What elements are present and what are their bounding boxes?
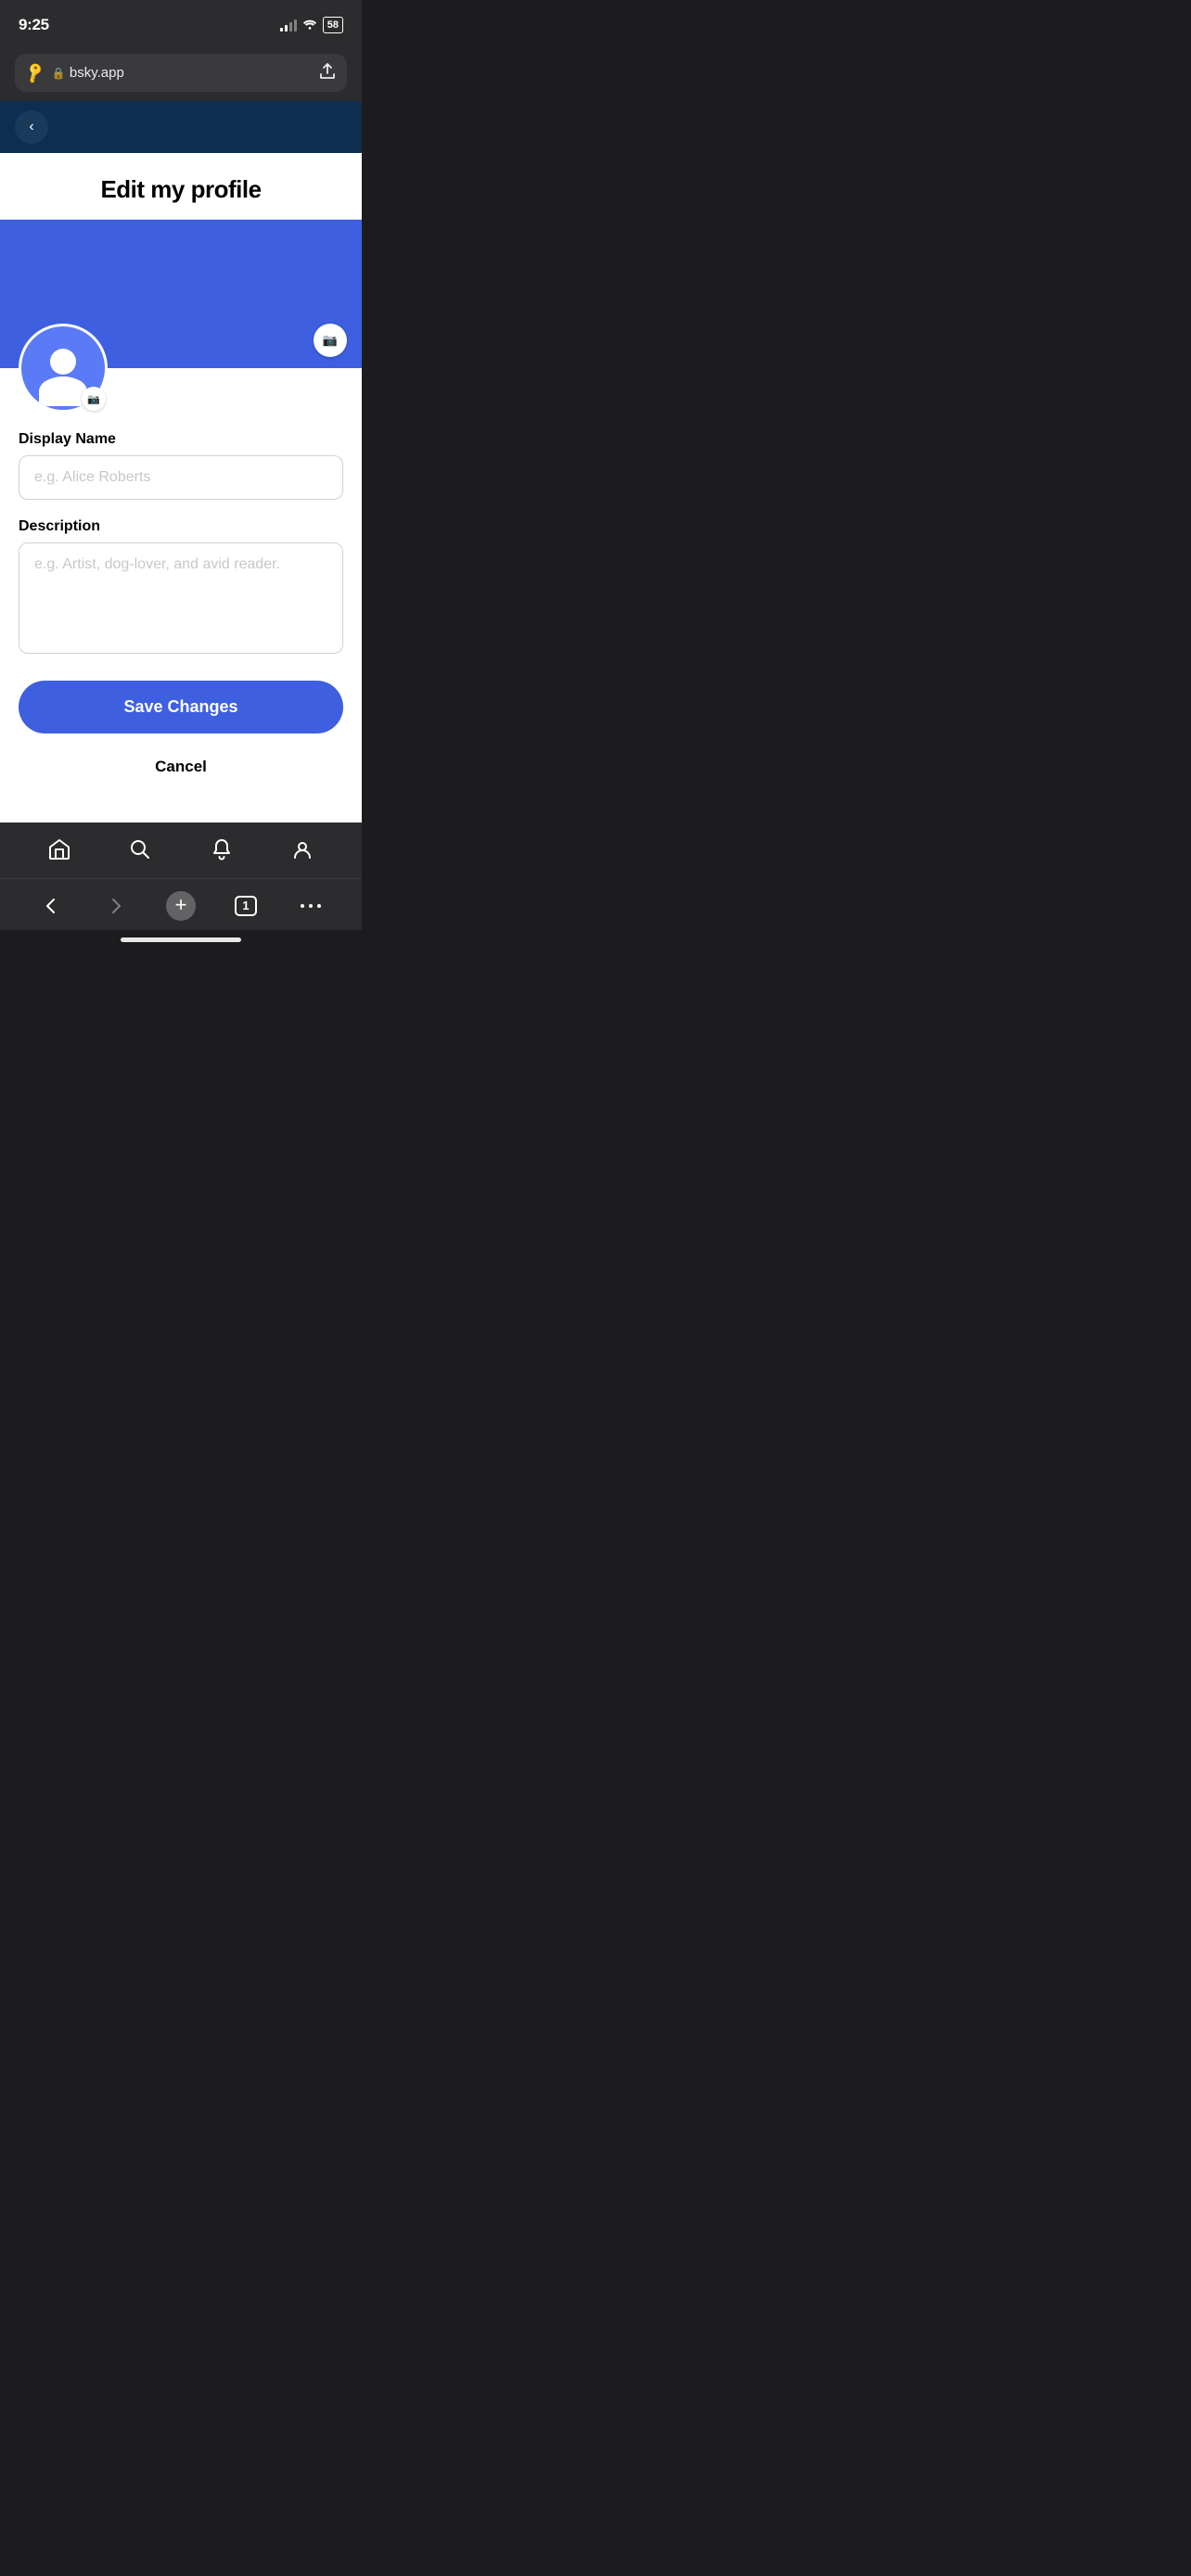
signal-icon [280, 19, 297, 32]
description-label: Description [19, 518, 343, 535]
avatar-person-icon [39, 326, 87, 410]
nav-home[interactable] [19, 837, 100, 868]
main-content: Edit my profile 📷 📷 Display Name Descrip… [0, 153, 362, 823]
plus-icon: + [175, 895, 187, 915]
bell-icon [210, 837, 234, 868]
home-icon [47, 837, 71, 868]
nav-notifications[interactable] [181, 837, 263, 868]
status-time: 9:25 [19, 16, 49, 34]
share-icon[interactable] [319, 61, 336, 84]
browser-nav-bar: ‹ [0, 101, 362, 153]
avatar-wrapper: 📷 [19, 324, 108, 413]
app-nav-bar [0, 823, 362, 878]
home-indicator [0, 930, 362, 953]
wifi-icon [302, 18, 317, 32]
back-button[interactable]: ‹ [15, 110, 48, 144]
back-chevron-icon: ‹ [29, 120, 33, 134]
description-input[interactable] [19, 542, 343, 654]
save-changes-button[interactable]: Save Changes [19, 681, 343, 733]
browser-back-button[interactable] [19, 896, 83, 916]
nav-search[interactable] [100, 837, 182, 868]
cancel-button[interactable]: Cancel [19, 748, 343, 785]
lock-icon: 🔒 [52, 67, 66, 80]
home-bar [121, 937, 241, 942]
page-title-section: Edit my profile [0, 153, 362, 220]
display-name-label: Display Name [19, 431, 343, 448]
avatar-photo-button[interactable]: 📷 [82, 387, 106, 411]
key-icon: 🔑 [22, 60, 47, 85]
more-button[interactable] [278, 903, 343, 909]
battery-icon: 58 [323, 17, 343, 33]
new-tab-button[interactable]: + [148, 891, 213, 921]
url-text[interactable]: bsky.app [70, 65, 124, 81]
form-section: Display Name Description Save Changes Ca… [0, 368, 362, 823]
tabs-button[interactable]: 1 [213, 896, 278, 916]
page-title: Edit my profile [19, 175, 343, 204]
cover-photo-button[interactable]: 📷 [314, 324, 347, 357]
browser-bottom-bar: + 1 [0, 878, 362, 930]
nav-profile[interactable] [263, 837, 344, 868]
display-name-input[interactable] [19, 455, 343, 500]
cover-section: 📷 📷 [0, 220, 362, 368]
profile-icon [290, 837, 314, 868]
url-bar: 🔑 🔒 bsky.app [0, 46, 362, 101]
tab-count-badge: 1 [235, 896, 257, 916]
status-bar: 9:25 58 [0, 0, 362, 46]
avatar-camera-icon: 📷 [87, 393, 100, 405]
search-icon [128, 837, 152, 868]
browser-forward-button[interactable] [83, 896, 148, 916]
cover-camera-icon: 📷 [323, 333, 338, 348]
status-icons: 58 [280, 17, 343, 33]
